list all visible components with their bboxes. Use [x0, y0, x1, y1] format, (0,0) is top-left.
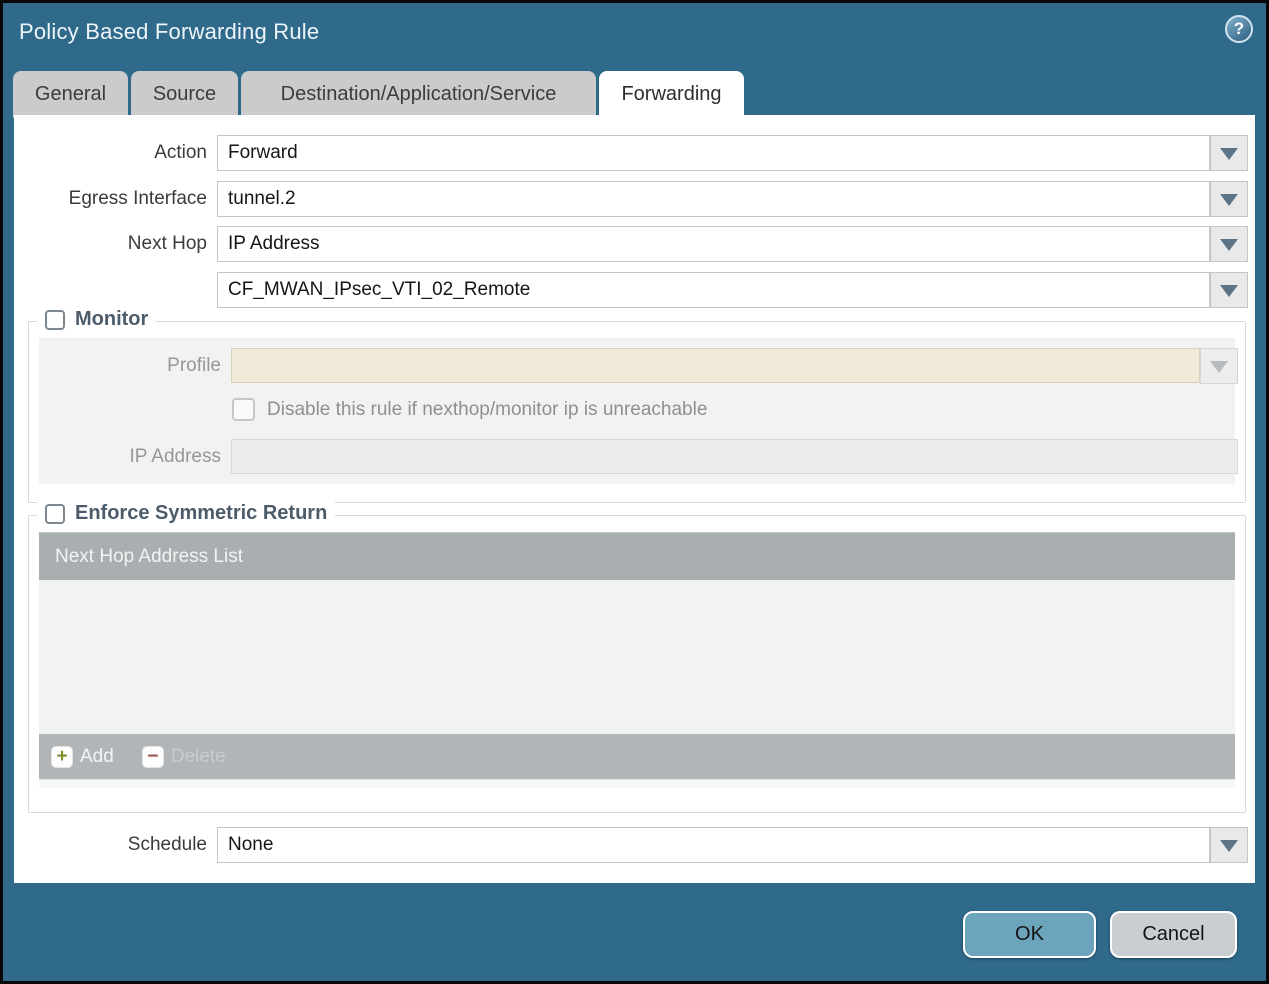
egress-interface-row: Egress Interface tunnel.2 — [14, 181, 1255, 217]
schedule-row: Schedule None — [14, 827, 1255, 863]
action-dropdown-button[interactable] — [1210, 135, 1248, 171]
tab-forwarding[interactable]: Forwarding — [599, 71, 744, 118]
next-hop-address-list-header: Next Hop Address List — [39, 532, 1235, 580]
profile-select — [231, 348, 1200, 383]
delete-button-label: Delete — [170, 745, 226, 767]
chevron-down-icon — [1210, 361, 1228, 373]
dialog-title: Policy Based Forwarding Rule — [19, 19, 320, 44]
next-hop-address-list-body — [39, 580, 1235, 734]
action-select[interactable]: Forward — [217, 135, 1210, 171]
egress-interface-label: Egress Interface — [68, 188, 207, 209]
monitor-legend: Monitor — [37, 308, 157, 331]
chevron-down-icon — [1220, 194, 1238, 206]
enforce-symmetric-return-checkbox[interactable] — [45, 503, 65, 524]
cancel-button[interactable]: Cancel — [1110, 911, 1237, 958]
enforce-symmetric-return-legend: Enforce Symmetric Return — [37, 502, 336, 525]
chevron-down-icon — [1220, 239, 1238, 251]
next-hop-row: Next Hop IP Address — [14, 226, 1255, 262]
forwarding-tab-panel: Action Forward Egress Interface tunnel.2… — [14, 115, 1255, 883]
chevron-down-icon — [1220, 148, 1238, 160]
disable-rule-label: Disable this rule if nexthop/monitor ip … — [267, 399, 708, 420]
tab-bar: General Source Destination/Application/S… — [13, 71, 744, 118]
horizontal-scrollbar[interactable] — [39, 779, 1235, 788]
egress-interface-select[interactable]: tunnel.2 — [217, 181, 1210, 217]
add-button-label: Add — [80, 745, 114, 767]
action-row: Action Forward — [14, 135, 1255, 171]
schedule-label: Schedule — [127, 834, 207, 855]
enforce-symmetric-return-legend-label: Enforce Symmetric Return — [75, 502, 328, 524]
next-hop-type-select[interactable]: IP Address — [217, 226, 1210, 262]
chevron-down-icon — [1220, 285, 1238, 297]
profile-label: Profile — [167, 355, 221, 376]
help-icon[interactable]: ? — [1225, 15, 1253, 43]
monitor-ip-address-input — [231, 439, 1238, 474]
next-hop-address-list-toolbar: + Add − Delete — [39, 734, 1235, 779]
pbf-rule-dialog: Policy Based Forwarding Rule ? General S… — [0, 0, 1269, 984]
schedule-dropdown-button[interactable] — [1210, 827, 1248, 863]
profile-dropdown-button — [1200, 348, 1238, 384]
disable-rule-checkbox — [232, 398, 255, 421]
schedule-select[interactable]: None — [217, 827, 1210, 863]
next-hop-address-row: CF_MWAN_IPsec_VTI_02_Remote — [14, 272, 1255, 308]
delete-button: − Delete — [141, 745, 226, 768]
ok-button[interactable]: OK — [963, 911, 1096, 958]
plus-icon: + — [51, 745, 73, 768]
next-hop-address-select[interactable]: CF_MWAN_IPsec_VTI_02_Remote — [217, 272, 1210, 308]
monitor-checkbox[interactable] — [45, 309, 65, 330]
next-hop-address-dropdown-button[interactable] — [1210, 272, 1248, 308]
add-button[interactable]: + Add — [51, 745, 114, 768]
monitor-section: Monitor Profile Disable this rule if nex… — [28, 308, 1246, 503]
next-hop-address-list-table: Next Hop Address List + Add − Delete — [39, 532, 1235, 788]
tab-destination-application-service[interactable]: Destination/Application/Service — [241, 71, 596, 118]
tab-source[interactable]: Source — [131, 71, 238, 118]
tab-general[interactable]: General — [13, 71, 128, 118]
egress-interface-dropdown-button[interactable] — [1210, 181, 1248, 217]
chevron-down-icon — [1220, 840, 1238, 852]
action-label: Action — [154, 142, 207, 163]
next-hop-type-dropdown-button[interactable] — [1210, 226, 1248, 262]
monitor-panel: Profile Disable this rule if nexthop/mon… — [39, 338, 1238, 484]
next-hop-label: Next Hop — [127, 233, 207, 254]
monitor-legend-label: Monitor — [75, 308, 149, 330]
minus-icon: − — [141, 745, 164, 768]
monitor-ip-address-label: IP Address — [129, 446, 221, 467]
enforce-symmetric-return-section: Enforce Symmetric Return Next Hop Addres… — [28, 502, 1246, 813]
